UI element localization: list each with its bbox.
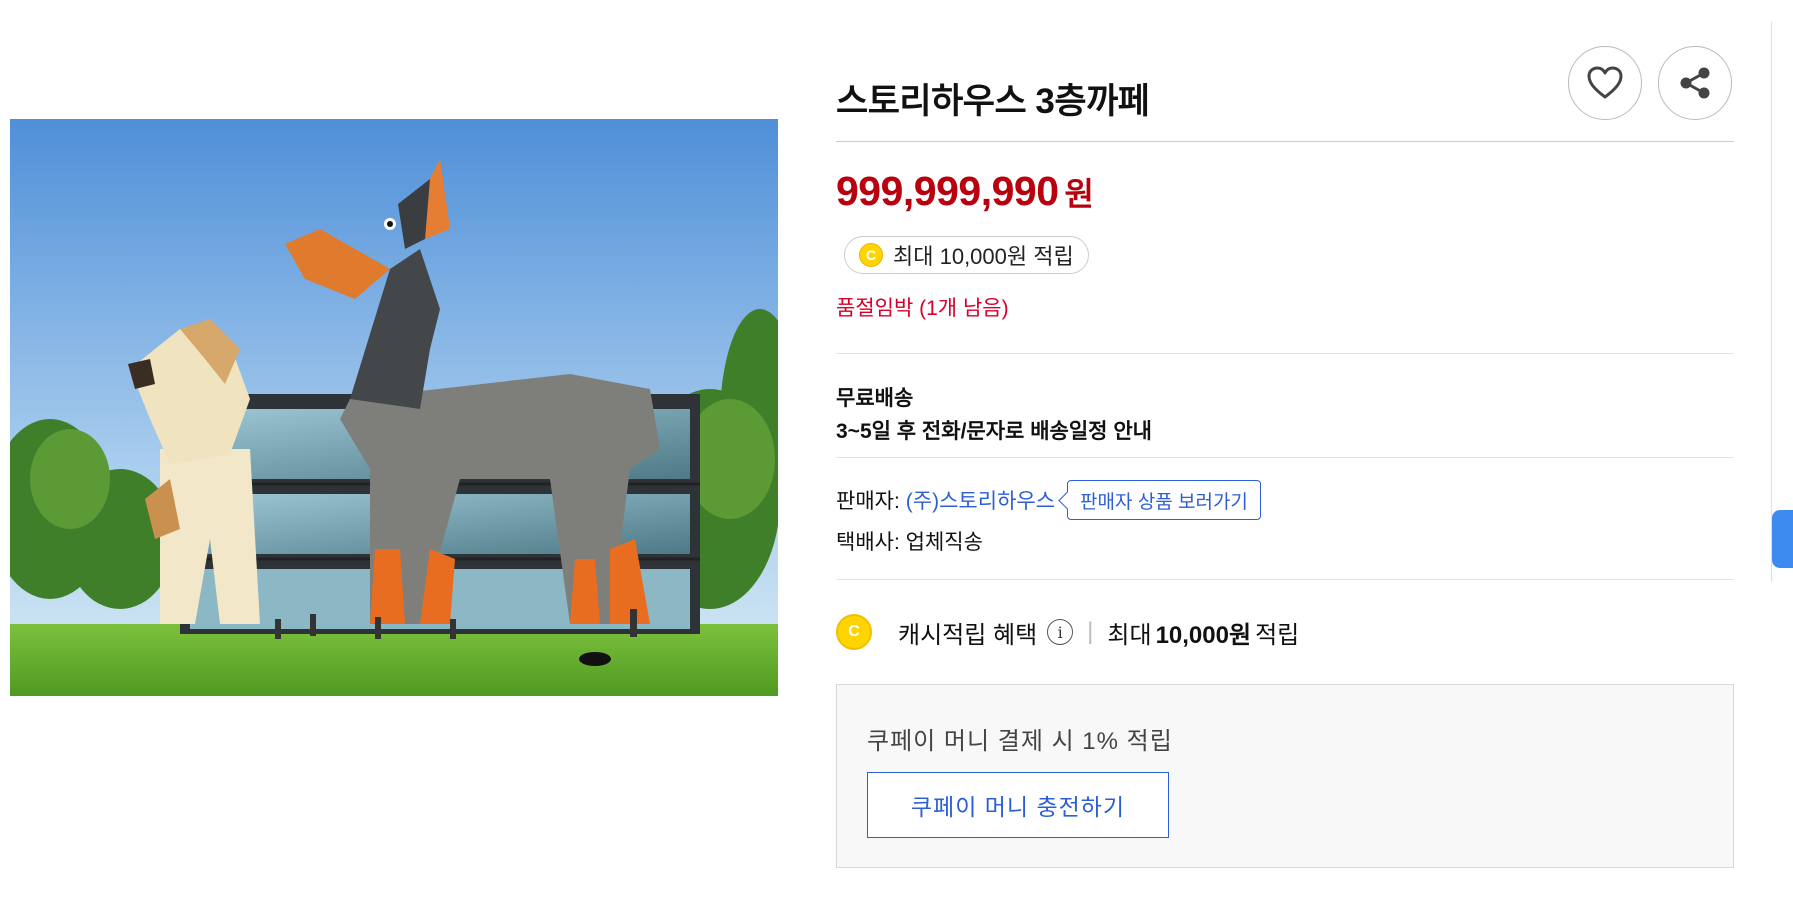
cash-coin-icon: C [836,614,872,650]
seller-label: 판매자: [836,490,900,513]
courier-label: 택배사: [836,531,900,554]
courier-name: 업체직송 [905,531,983,554]
product-title: 스토리하우스 3층까페 [836,82,1150,121]
price-unit: 원 [1064,176,1094,212]
cash-benefit-prefix: 최대 [1107,621,1152,649]
cash-benefit-amount: 10,000원 [1155,621,1252,649]
share-button[interactable] [1658,46,1732,120]
price: 999,999,990 [836,168,1059,214]
cash-reward-text: 최대 10,000원 적립 [893,244,1074,269]
coin-icon: C [859,243,883,267]
divider [836,457,1734,458]
product-info: 스토리하우스 3층까페 999,999,990 원 C 최대 10,000원 적… [836,40,1734,868]
kpay-box: 쿠페이 머니 결제 시 1% 적립 쿠페이 머니 충전하기 [836,684,1734,868]
share-icon [1680,67,1710,99]
kpay-reward-text: 쿠페이 머니 결제 시 1% 적립 [867,728,1173,755]
scrollbar-track [1771,22,1772,582]
seller-name-link[interactable]: (주)스토리하우스 [906,485,1055,515]
scrollbar-thumb[interactable] [1772,510,1793,568]
price-row: 999,999,990 원 [836,168,1094,215]
info-icon[interactable]: i [1047,619,1074,645]
cash-reward-pill: C 최대 10,000원 적립 [844,236,1089,274]
shipping-schedule: 3~5일 후 전화/문자로 배송일정 안내 [836,420,1152,443]
seller-products-button[interactable]: 판매자 상품 보러가기 [1067,480,1261,520]
cash-benefit-suffix: 적립 [1255,621,1300,649]
cash-benefit-row: C 캐시적립 혜택 i | 최대 10,000원 적립 [836,614,1299,650]
shipping-fee: 무료배송 [836,387,914,410]
stock-notice: 품절임박 (1개 남음) [836,297,1009,320]
courier-row: 택배사: 업체직송 [836,526,983,556]
divider [836,353,1734,354]
kpay-charge-button[interactable]: 쿠페이 머니 충전하기 [867,772,1169,838]
divider [836,579,1734,580]
heart-icon [1587,66,1623,99]
product-image [10,119,778,696]
wishlist-button[interactable] [1568,46,1642,120]
title-row: 스토리하우스 3층까페 [836,40,1734,142]
cash-benefit-label: 캐시적립 혜택 [898,621,1038,649]
separator: | [1087,618,1094,645]
seller-row: 판매자: (주)스토리하우스 판매자 상품 보러가기 [836,480,1261,520]
